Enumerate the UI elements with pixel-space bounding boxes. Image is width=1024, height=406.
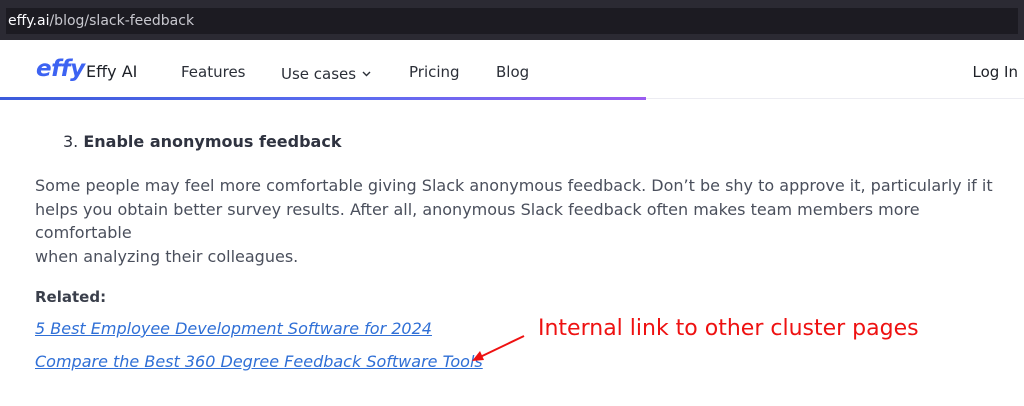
site-header: effy Effy AI Features Use cases Pricing … [0, 40, 1024, 100]
article-paragraph: Some people may feel more comfortable gi… [35, 174, 995, 268]
step-number: 3. [63, 132, 79, 151]
paragraph-line: when analyzing their colleagues. [35, 246, 299, 266]
step-title: Enable anonymous feedback [83, 132, 342, 151]
nav-use-cases[interactable]: Use cases [281, 63, 371, 83]
url-path: /blog/slack-feedback [49, 13, 195, 29]
brand-name[interactable]: Effy AI [86, 62, 137, 81]
url-host: effy.ai [8, 13, 50, 29]
related-heading: Related: [35, 288, 107, 306]
paragraph-line: helps you obtain better survey results. … [35, 199, 920, 243]
nav-features[interactable]: Features [181, 63, 246, 81]
reading-progress-bar [0, 97, 646, 100]
list-item-step: 3. Enable anonymous feedback [63, 132, 341, 151]
nav-blog[interactable]: Blog [496, 63, 529, 81]
browser-toolbar: effy.ai/blog/slack-feedback [0, 0, 1024, 40]
nav-pricing[interactable]: Pricing [409, 63, 460, 81]
login-link[interactable]: Log In [973, 63, 1019, 81]
chevron-down-icon [362, 63, 371, 81]
paragraph-line: Some people may feel more comfortable gi… [35, 176, 993, 195]
address-bar[interactable]: effy.ai/blog/slack-feedback [6, 8, 1018, 34]
related-link-360-feedback[interactable]: Compare the Best 360 Degree Feedback Sof… [35, 352, 483, 371]
annotation-label: Internal link to other cluster pages [538, 316, 919, 341]
nav-use-cases-label: Use cases [281, 65, 357, 83]
related-link-employee-development[interactable]: 5 Best Employee Development Software for… [35, 319, 432, 338]
annotation-arrow-icon [472, 335, 525, 361]
effy-logo[interactable]: effy [36, 57, 85, 81]
